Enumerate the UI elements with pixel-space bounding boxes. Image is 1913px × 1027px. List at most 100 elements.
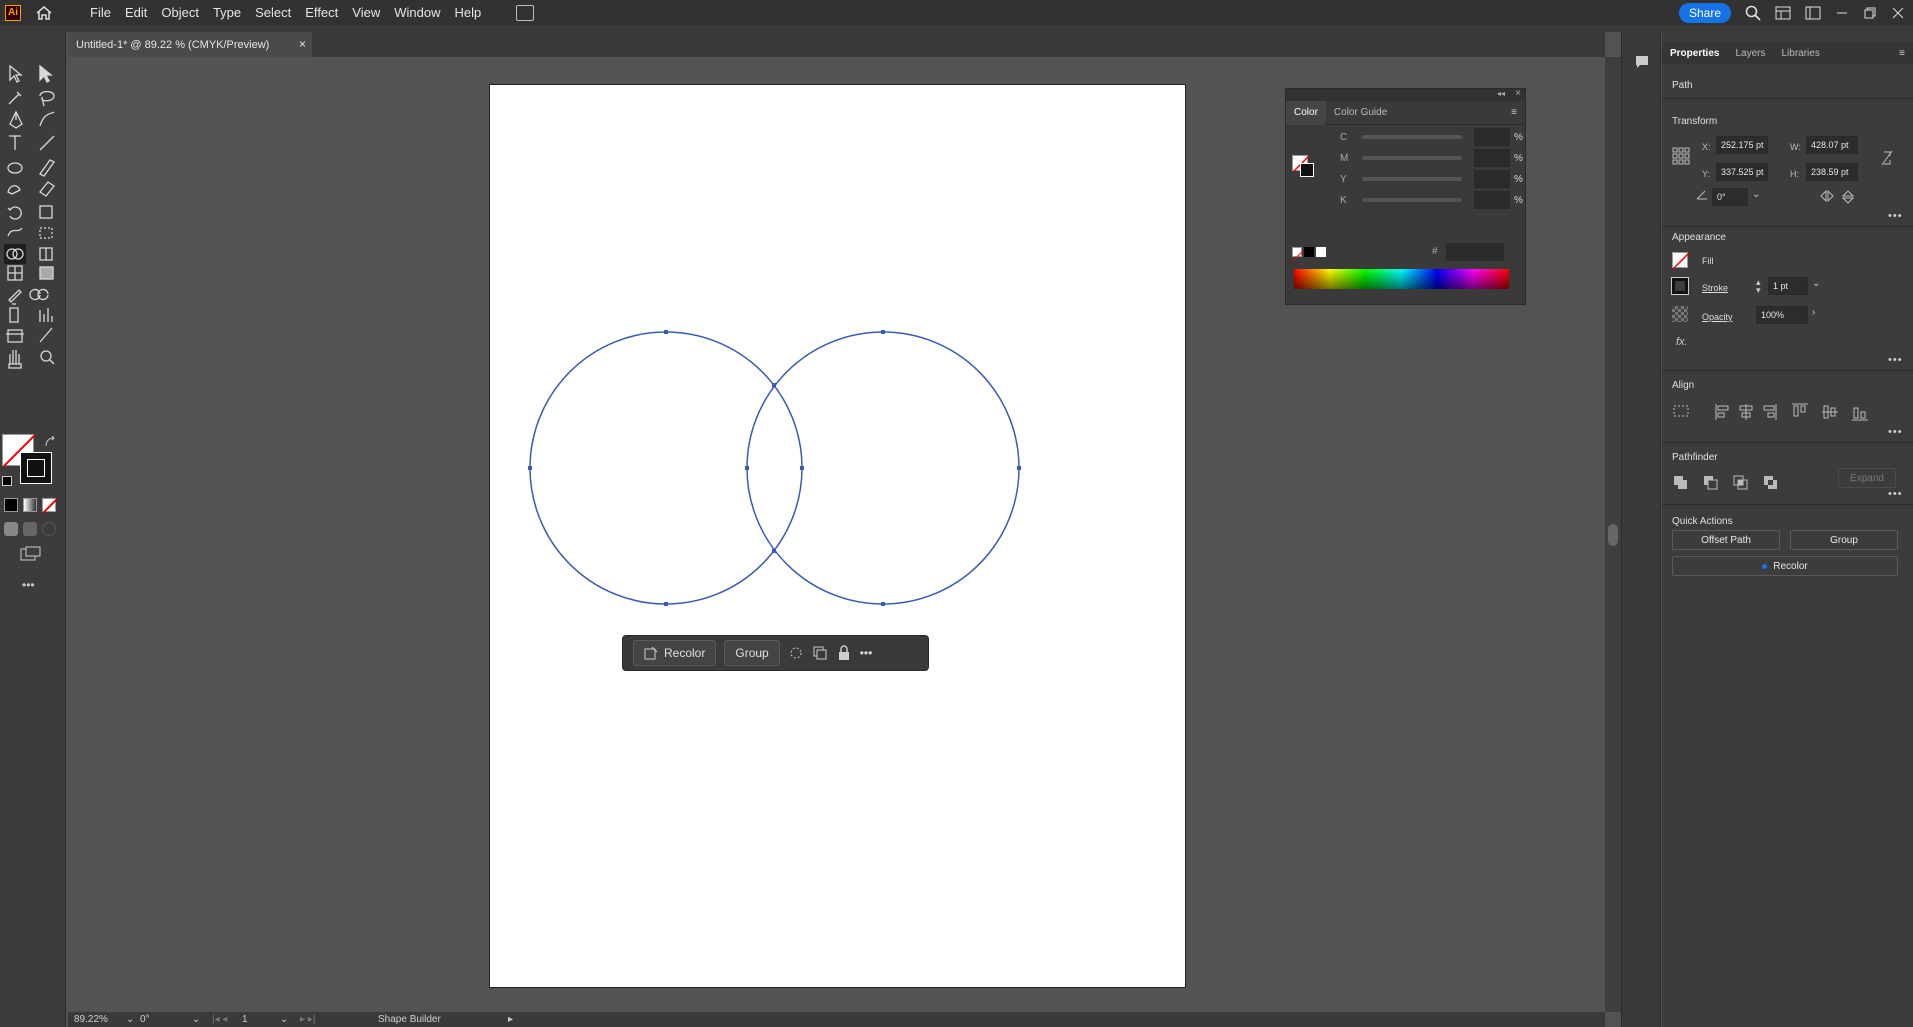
comments-icon[interactable]	[1634, 54, 1650, 70]
rotate-angle-icon	[1696, 190, 1707, 200]
fx-icon[interactable]: fx.	[1676, 336, 1688, 348]
recolor-button[interactable]: Recolor	[633, 640, 717, 666]
none-swatch[interactable]	[1292, 247, 1304, 262]
exclude-icon	[1764, 476, 1777, 489]
w-input[interactable]: 428.07 pt	[1806, 136, 1858, 154]
white-swatch[interactable]	[1316, 247, 1326, 257]
opacity-more-icon[interactable]: ›	[1812, 307, 1815, 318]
right-circle-path	[746, 331, 1020, 605]
black-swatch[interactable]	[1304, 247, 1314, 257]
transform-more-icon[interactable]: •••	[1888, 210, 1903, 222]
recolor-label: Recolor	[664, 646, 706, 660]
fill-label: Fill	[1702, 256, 1714, 266]
stroke-weight-dropdown-icon[interactable]: ⌄	[1812, 278, 1820, 289]
selection-type: Path	[1672, 80, 1693, 91]
left-circle-path	[529, 331, 803, 605]
stroke-color-icon[interactable]	[1671, 277, 1689, 295]
properties-panel: Properties Layers Libraries ≡ Path Trans…	[1662, 32, 1913, 1027]
recolor-dot-icon	[1762, 563, 1768, 569]
panel-menu-icon[interactable]: ≡	[1503, 107, 1525, 118]
intersect-icon	[1733, 475, 1748, 490]
group-button[interactable]: Group	[724, 640, 780, 666]
tab-color[interactable]: Color	[1286, 100, 1326, 125]
channel-y-input[interactable]	[1474, 170, 1510, 188]
zoom-level[interactable]: 89.22%	[74, 1014, 126, 1025]
more-options-icon[interactable]: •••	[860, 646, 873, 660]
x-label: X:	[1702, 142, 1711, 152]
align-bottom-icon	[1852, 407, 1868, 421]
align-title: Align	[1672, 380, 1695, 391]
duplicate-icon[interactable]	[812, 645, 828, 661]
channel-m-slider[interactable]	[1362, 156, 1462, 160]
close-panel-icon[interactable]: ×	[1515, 88, 1521, 99]
color-panel-header[interactable]: ◂◂ ×	[1286, 88, 1525, 101]
vertical-scrollbar[interactable]	[1605, 57, 1621, 1012]
flip-horizontal-icon[interactable]	[1820, 190, 1834, 202]
align-middle-icon	[1822, 405, 1838, 419]
rotation-dropdown-icon[interactable]: ⌄	[192, 1014, 212, 1025]
artboard-number[interactable]: 1	[242, 1014, 280, 1025]
rotate-dropdown-icon[interactable]: ⌄	[1752, 189, 1760, 200]
properties-menu-icon[interactable]: ≡	[1891, 48, 1913, 59]
opacity-input[interactable]: 100%	[1756, 306, 1808, 324]
pathfinder-more-icon[interactable]: •••	[1888, 488, 1903, 500]
align-right-icon	[1763, 404, 1777, 420]
appearance-more-icon[interactable]: •••	[1888, 354, 1903, 366]
opacity-label[interactable]: Opacity	[1702, 312, 1733, 322]
panel-stroke-swatch[interactable]	[1300, 163, 1314, 177]
constrain-proportions-icon[interactable]	[1881, 150, 1893, 166]
artboard-nav-next-icon[interactable]: ▸ ▸|	[300, 1014, 378, 1025]
channel-k-slider[interactable]	[1362, 198, 1462, 202]
channel-c: C%	[1340, 127, 1525, 147]
quick-recolor-button[interactable]: Recolor	[1672, 556, 1898, 576]
channel-c-input[interactable]	[1474, 128, 1510, 146]
channel-k-input[interactable]	[1474, 191, 1510, 209]
properties-tabs: Properties Layers Libraries ≡	[1662, 42, 1913, 64]
stroke-stepper-icon[interactable]: ▴ ▾	[1756, 278, 1761, 295]
quick-recolor-label: Recolor	[1773, 560, 1808, 572]
collapse-panel-icon[interactable]: ◂◂	[1497, 89, 1505, 98]
flip-vertical-icon[interactable]	[1842, 190, 1854, 204]
channel-m-input[interactable]	[1474, 149, 1510, 167]
zoom-dropdown-icon[interactable]: ⌄	[126, 1014, 140, 1025]
opacity-icon[interactable]	[1672, 306, 1688, 322]
expand-button[interactable]: Expand	[1838, 468, 1896, 488]
comments-strip	[1621, 32, 1661, 1027]
lock-icon[interactable]	[836, 645, 852, 661]
channel-y-slider[interactable]	[1362, 177, 1462, 181]
h-input[interactable]: 238.59 pt	[1806, 163, 1858, 181]
align-more-icon[interactable]: •••	[1888, 426, 1903, 438]
color-spectrum[interactable]	[1294, 269, 1509, 289]
channel-y-label: Y	[1340, 173, 1347, 185]
scroll-thumb[interactable]	[1608, 524, 1618, 546]
tab-libraries[interactable]: Libraries	[1773, 48, 1827, 59]
hex-input[interactable]	[1446, 243, 1504, 261]
rotation-value[interactable]: 0°	[140, 1014, 192, 1025]
stroke-weight-input[interactable]: 1 pt	[1768, 277, 1808, 295]
fill-none-icon[interactable]	[1672, 252, 1690, 270]
tab-color-guide[interactable]: Color Guide	[1326, 107, 1395, 118]
color-panel-tabs: Color Color Guide ≡	[1286, 100, 1525, 125]
h-label: H:	[1790, 169, 1799, 179]
current-tool-label: Shape Builder	[378, 1014, 441, 1025]
channel-c-percent: %	[1514, 131, 1523, 143]
channel-c-slider[interactable]	[1362, 135, 1462, 139]
reference-point-icon[interactable]	[1672, 147, 1690, 165]
artboard-nav-prev-icon[interactable]: |◂ ◂	[212, 1014, 242, 1025]
tab-layers[interactable]: Layers	[1727, 48, 1773, 59]
tab-properties[interactable]: Properties	[1662, 48, 1727, 59]
quick-group-button[interactable]: Group	[1790, 530, 1898, 550]
x-input[interactable]: 252.175 pt	[1716, 136, 1768, 154]
y-input[interactable]: 337.525 pt	[1716, 163, 1768, 181]
quick-actions-title: Quick Actions	[1672, 516, 1733, 527]
align-center-icon	[1739, 404, 1753, 420]
rotate-input[interactable]: 0°	[1712, 188, 1748, 206]
stroke-label[interactable]: Stroke	[1702, 283, 1728, 293]
arrange-icon[interactable]	[788, 645, 804, 661]
channel-c-label: C	[1340, 131, 1348, 143]
align-top-icon	[1792, 403, 1808, 417]
offset-path-button[interactable]: Offset Path	[1672, 530, 1780, 550]
artboard-dropdown-icon[interactable]: ⌄	[280, 1014, 300, 1025]
status-menu-icon[interactable]: ▸	[508, 1014, 528, 1025]
hex-label: #	[1432, 246, 1438, 257]
